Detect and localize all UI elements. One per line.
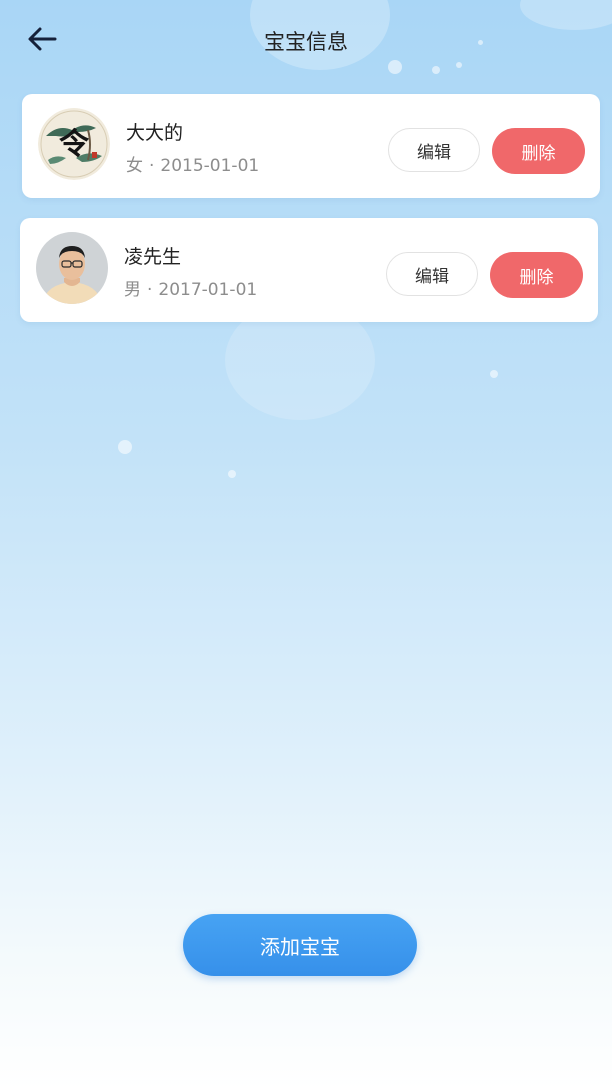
separator: ·: [147, 280, 153, 300]
baby-card: 令 大大的 女 · 2015-01-01 编辑 删除: [22, 94, 600, 198]
baby-name: 大大的: [126, 122, 184, 144]
background-dot: [388, 60, 402, 74]
background-dot: [490, 370, 498, 378]
delete-button[interactable]: 删除: [490, 252, 583, 298]
background-dot: [432, 66, 440, 74]
baby-info: 女 · 2015-01-01: [126, 151, 259, 176]
baby-gender: 女: [126, 156, 143, 176]
edit-button[interactable]: 编辑: [386, 252, 478, 296]
separator: ·: [149, 156, 155, 176]
background-dot: [456, 62, 462, 68]
baby-name: 凌先生: [124, 246, 182, 268]
avatar: 令: [38, 108, 110, 180]
background-dot: [118, 440, 132, 454]
baby-birthday: 2017-01-01: [158, 280, 258, 300]
avatar-calligraphy: 令: [59, 127, 90, 162]
baby-gender: 男: [124, 280, 141, 300]
delete-button[interactable]: 删除: [492, 128, 585, 174]
baby-birthday: 2015-01-01: [160, 156, 260, 176]
avatar-image: 令: [38, 108, 110, 180]
avatar-photo: [36, 232, 108, 304]
background-dot: [228, 470, 236, 478]
page-title: 宝宝信息: [264, 30, 348, 54]
add-baby-button[interactable]: 添加宝宝: [183, 914, 417, 976]
baby-info: 男 · 2017-01-01: [124, 275, 257, 300]
baby-card: 凌先生 男 · 2017-01-01 编辑 删除: [20, 218, 598, 322]
avatar: [36, 232, 108, 304]
edit-button[interactable]: 编辑: [388, 128, 480, 172]
